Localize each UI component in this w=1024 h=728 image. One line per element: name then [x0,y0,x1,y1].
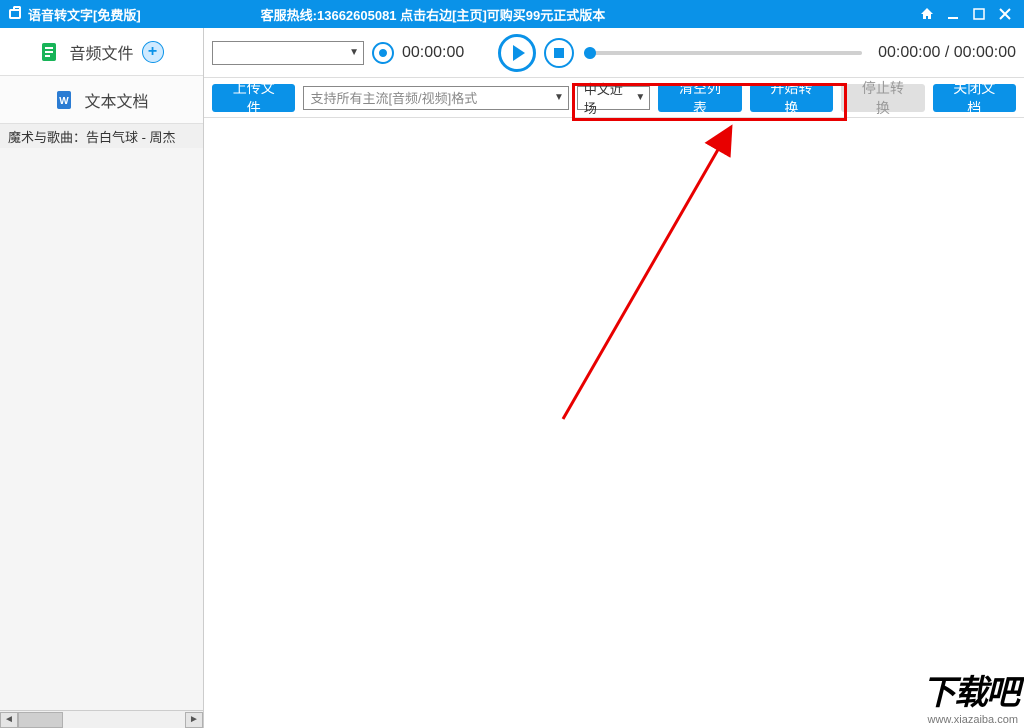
app-icon [6,5,24,23]
scroll-left-arrow[interactable]: ◄ [0,712,18,728]
scroll-thumb[interactable] [18,712,63,728]
maximize-button[interactable] [966,3,992,25]
record-button[interactable] [372,42,394,64]
text-doc-icon: W [54,89,76,111]
app-title: 语音转文字[免费版] [28,5,141,24]
home-icon [920,7,934,21]
maximize-icon [973,8,985,20]
progress-thumb[interactable] [584,47,596,59]
play-button[interactable] [498,34,536,72]
file-list: 魔术与歌曲：告白气球 - 周杰 [0,124,203,710]
stop-convert-button: 停止转换 [841,84,924,112]
format-dropdown[interactable]: 支持所有主流[音频/视频]格式 ▼ [303,86,568,110]
tab-audio-label: 音频文件 [69,40,133,64]
tab-doc-label: 文本文档 [84,88,148,112]
file-list-item[interactable]: 魔术与歌曲：告白气球 - 周杰 [0,124,203,148]
toolbar: 上传文件 支持所有主流[音频/视频]格式 ▼ 中文近场 ▼ 清空列表 开始转换 … [204,78,1024,118]
watermark-logo: 下载吧 [922,665,1018,714]
horizontal-scrollbar[interactable]: ◄ ► [0,710,203,728]
clear-list-button[interactable]: 清空列表 [658,84,741,112]
close-doc-button[interactable]: 关闭文档 [933,84,1016,112]
main-area: ▼ 00:00:00 00:00:00 / 00:00:00 上传文件 支持所有… [204,28,1024,728]
file-select-dropdown[interactable]: ▼ [212,41,364,65]
stop-icon [554,48,564,58]
file-name: 魔术与歌曲：告白气球 - 周杰 [8,127,176,146]
home-button[interactable] [914,3,940,25]
chevron-down-icon: ▼ [349,47,359,58]
minimize-icon [947,8,959,20]
add-audio-icon[interactable]: + [142,41,164,63]
close-button[interactable] [992,3,1018,25]
tab-text-doc[interactable]: W 文本文档 [0,76,203,124]
start-convert-button[interactable]: 开始转换 [750,84,833,112]
language-value: 中文近场 [584,79,631,117]
scroll-right-arrow[interactable]: ► [185,712,203,728]
player-bar: ▼ 00:00:00 00:00:00 / 00:00:00 [204,28,1024,78]
play-icon [513,45,525,61]
chevron-down-icon: ▼ [554,92,564,103]
hotline-text: 客服热线:13662605081 点击右边[主页]可购买99元正式版本 [261,5,606,24]
chevron-down-icon: ▼ [635,92,645,103]
watermark-url: www.xiazaiba.com [928,714,1018,726]
sidebar: 音频文件 + W 文本文档 魔术与歌曲：告白气球 - 周杰 ◄ ► [0,28,204,728]
titlebar: 语音转文字[免费版] 客服热线:13662605081 点击右边[主页]可购买9… [0,0,1024,28]
record-icon [379,49,387,57]
format-placeholder: 支持所有主流[音频/视频]格式 [310,88,550,107]
svg-text:W: W [60,96,70,107]
record-time: 00:00:00 [402,44,464,62]
scroll-track[interactable] [18,712,185,728]
language-dropdown[interactable]: 中文近场 ▼ [577,86,650,110]
content-area [204,118,1024,728]
minimize-button[interactable] [940,3,966,25]
stop-button[interactable] [544,38,574,68]
watermark: 下载吧 www.xiazaiba.com [864,672,1024,728]
progress-track[interactable] [590,51,862,55]
upload-button[interactable]: 上传文件 [212,84,295,112]
audio-file-icon [39,41,61,63]
close-icon [999,8,1011,20]
position-time: 00:00:00 / 00:00:00 [878,44,1016,62]
tab-audio-files[interactable]: 音频文件 + [0,28,203,76]
